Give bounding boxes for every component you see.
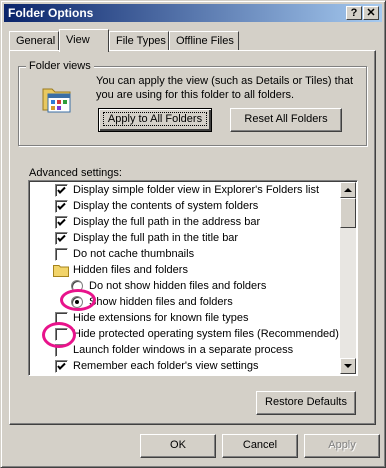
title-bar[interactable]: Folder Options ? ✕: [4, 4, 382, 22]
item-label: Display the contents of system folders: [73, 200, 259, 212]
item-label: Remember each folder's view settings: [73, 360, 259, 372]
tab-offline-files[interactable]: Offline Files: [169, 31, 239, 51]
scroll-thumb[interactable]: [340, 198, 356, 228]
tab-view[interactable]: View: [59, 29, 109, 52]
folder-view-icon: [40, 80, 76, 116]
item-label: Hide protected operating system files (R…: [73, 328, 339, 340]
reset-all-folders-button[interactable]: Reset All Folders: [230, 108, 342, 132]
item-label: Hidden files and folders: [73, 264, 188, 276]
folder-views-description: You can apply the view (such as Details …: [96, 75, 354, 101]
tab-general[interactable]: General: [9, 31, 59, 51]
item-label: Show hidden files and folders: [89, 296, 233, 308]
advanced-settings-scrollbar[interactable]: [340, 182, 356, 374]
apply-to-all-folders-button[interactable]: Apply to All Folders: [98, 108, 212, 132]
scroll-up-button[interactable]: [340, 182, 356, 198]
advanced-settings-list[interactable]: Display simple folder view in Explorer's…: [28, 180, 358, 376]
checkbox[interactable]: [55, 360, 68, 373]
ok-button[interactable]: OK: [140, 434, 216, 458]
cancel-button[interactable]: Cancel: [222, 434, 298, 458]
advanced-settings-label: Advanced settings:: [29, 167, 122, 179]
checkbox[interactable]: [55, 216, 68, 229]
checkbox[interactable]: [55, 184, 68, 197]
tab-file-types[interactable]: File Types: [109, 31, 169, 51]
close-button[interactable]: ✕: [363, 6, 379, 20]
folder-views-label: Folder views: [26, 60, 94, 72]
arrow-up-icon: [344, 188, 352, 192]
apply-to-all-folders-label: Apply to All Folders: [102, 112, 208, 126]
item-label: Do not show hidden files and folders: [89, 280, 267, 292]
item-label: Display simple folder view in Explorer's…: [73, 184, 320, 196]
restore-defaults-button[interactable]: Restore Defaults: [256, 391, 356, 415]
item-label: Do not cache thumbnails: [73, 248, 195, 260]
item-label: Launch folder windows in a separate proc…: [73, 344, 294, 356]
scroll-down-button[interactable]: [340, 358, 356, 374]
window-title: Folder Options: [8, 6, 94, 20]
help-button[interactable]: ?: [346, 6, 362, 20]
checkbox[interactable]: [55, 200, 68, 213]
item-label: Hide extensions for known file types: [73, 312, 249, 324]
item-label: Display the full path in the title bar: [73, 232, 239, 244]
checkbox[interactable]: [55, 232, 68, 245]
arrow-down-icon: [344, 364, 352, 368]
highlight-ring-hide-protected: [42, 322, 76, 348]
highlight-ring-show-hidden: [60, 289, 96, 311]
apply-button[interactable]: Apply: [304, 434, 380, 458]
folder-icon: [53, 264, 69, 281]
item-label: Display the full path in the address bar: [73, 216, 261, 228]
checkbox[interactable]: [55, 248, 68, 261]
